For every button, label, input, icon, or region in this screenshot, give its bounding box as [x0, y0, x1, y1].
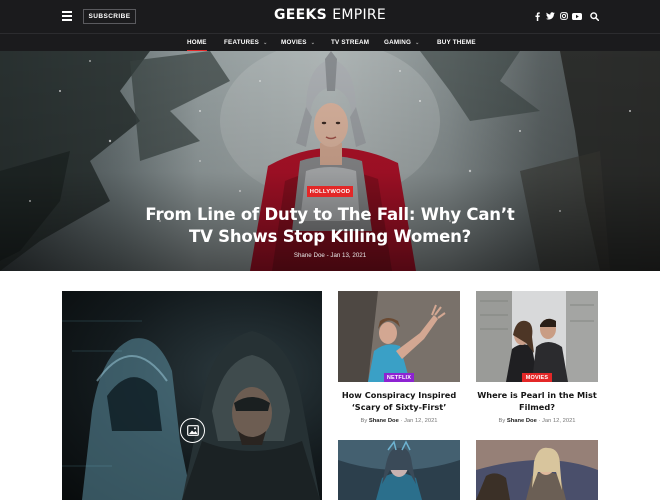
featured-artwork — [62, 320, 320, 500]
post-author[interactable]: Shane Doe — [369, 418, 399, 424]
nav-item-label: HOME — [187, 39, 207, 46]
main-navigation: HOME FEATURES ⌄ MOVIES ⌄ TV STREAM GAMIN… — [0, 33, 660, 52]
hero-meta: Shane Doe - Jan 13, 2021 — [230, 252, 430, 259]
post-date: Jan 12, 2021 — [404, 418, 438, 424]
post-title-line: ‘Scary of Sixty-First’ — [351, 401, 447, 412]
nav-item-features[interactable]: FEATURES ⌄ — [224, 34, 267, 51]
nav-item-label: MOVIES — [281, 39, 307, 46]
meta-separator: · — [400, 418, 403, 424]
top-bar: SUBSCRIBE GEEKS EMPIRE — [0, 0, 660, 33]
post-image — [476, 440, 598, 500]
hero-title-line: TV Shows Stop Killing Women? — [189, 227, 471, 246]
twitter-icon[interactable] — [544, 10, 556, 22]
category-badge[interactable]: NETFLIX — [384, 373, 414, 382]
featured-post-image[interactable] — [62, 291, 322, 500]
post-meta: By Shane Doe · Jan 12, 2021 — [338, 418, 460, 424]
nav-item-buy-theme[interactable]: BUY THEME — [437, 34, 476, 51]
post-image — [338, 440, 460, 500]
hamburger-menu-icon[interactable] — [62, 11, 72, 21]
category-badge[interactable]: MOVIES — [522, 373, 552, 382]
post-image — [338, 291, 460, 382]
post-thumbnail[interactable] — [338, 440, 460, 500]
post-title[interactable]: How Conspiracy Inspired ‘Scary of Sixty-… — [338, 390, 460, 413]
post-date: Jan 12, 2021 — [542, 418, 576, 424]
search-icon[interactable] — [588, 10, 600, 22]
post-thumbnail[interactable] — [476, 440, 598, 500]
chevron-down-icon: ⌄ — [415, 39, 420, 46]
post-author[interactable]: Shane Doe — [507, 418, 537, 424]
chevron-down-icon: ⌄ — [310, 39, 316, 46]
subscribe-button[interactable]: SUBSCRIBE — [83, 9, 136, 24]
nav-item-label: BUY THEME — [437, 39, 476, 46]
meta-separator: · — [538, 418, 541, 424]
post-meta: By Shane Doe · Jan 12, 2021 — [476, 418, 598, 424]
post-thumbnail[interactable] — [476, 291, 598, 382]
logo-light-text: EMPIRE — [332, 7, 387, 23]
post-thumbnail[interactable] — [338, 291, 460, 382]
meta-separator: - — [326, 252, 329, 259]
image-gallery-icon[interactable] — [180, 418, 205, 443]
nav-item-movies[interactable]: MOVIES ⌄ — [281, 34, 315, 51]
category-label: MOVIES — [525, 374, 549, 381]
youtube-icon[interactable] — [571, 10, 583, 22]
by-label: By — [360, 418, 368, 424]
post-title-line: Where is Pearl in the Mist — [477, 390, 597, 400]
by-label: By — [498, 418, 506, 424]
post-title-line: Filmed? — [519, 401, 555, 412]
post-card[interactable]: MOVIES Where is Pearl in the Mist Filmed… — [476, 291, 598, 426]
hero-title[interactable]: From Line of Duty to The Fall: Why Can’t… — [140, 204, 520, 248]
post-title[interactable]: Where is Pearl in the Mist Filmed? — [476, 390, 598, 413]
chevron-down-icon: ⌄ — [263, 39, 268, 46]
post-image — [476, 291, 598, 382]
instagram-icon[interactable] — [558, 10, 570, 22]
nav-item-tv-stream[interactable]: TV STREAM — [331, 34, 369, 51]
post-card[interactable]: NETFLIX How Conspiracy Inspired ‘Scary o… — [338, 291, 460, 426]
hero-date: Jan 13, 2021 — [330, 252, 367, 259]
nav-item-label: GAMING — [384, 39, 412, 46]
post-title-line: How Conspiracy Inspired — [341, 390, 457, 400]
facebook-icon[interactable] — [531, 10, 543, 22]
hero-author[interactable]: Shane Doe — [294, 252, 325, 259]
logo-bold-text: GEEKS — [273, 7, 327, 23]
nav-item-label: FEATURES — [224, 39, 260, 46]
hero-category-badge[interactable]: HOLLYWOOD — [307, 186, 353, 197]
category-label: NETFLIX — [386, 374, 412, 381]
hero-title-line: From Line of Duty to The Fall: Why Can’t — [145, 205, 515, 224]
nav-item-home[interactable]: HOME — [187, 34, 207, 52]
site-logo[interactable]: GEEKS EMPIRE — [250, 7, 410, 23]
nav-item-label: TV STREAM — [331, 39, 370, 46]
nav-item-gaming[interactable]: GAMING ⌄ — [384, 34, 419, 51]
